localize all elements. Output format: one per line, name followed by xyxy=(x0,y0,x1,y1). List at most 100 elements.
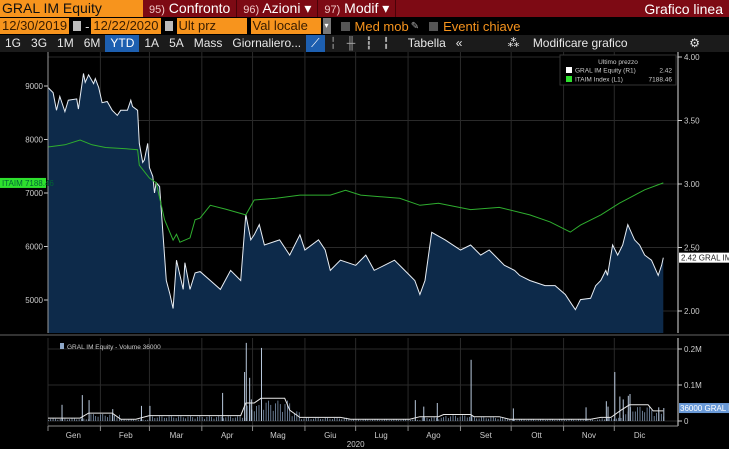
security-field[interactable]: GRAL IM Equity xyxy=(0,0,143,17)
period-3g[interactable]: 3G xyxy=(26,35,52,52)
volume-bar xyxy=(256,406,257,421)
frequency-select[interactable]: Giornaliero... xyxy=(227,35,306,52)
volume-bar xyxy=(410,420,411,421)
volume-bar xyxy=(173,417,175,421)
volume-bar xyxy=(57,419,59,421)
volume-bar xyxy=(322,418,324,421)
tag-text: 36000 GRAL IM xyxy=(680,404,729,413)
edit-button[interactable]: 97) Modif ▾ xyxy=(318,0,397,17)
period-mass[interactable]: Mass xyxy=(189,35,228,52)
volume-bar xyxy=(620,417,622,421)
volume-bar xyxy=(104,415,106,421)
volume-bar xyxy=(149,405,151,421)
volume-bar xyxy=(613,419,615,421)
volume-bar xyxy=(245,342,247,421)
volume-bar xyxy=(114,415,115,421)
volume-bar xyxy=(232,418,234,421)
volume-bar xyxy=(69,419,70,421)
volume-bar xyxy=(556,419,558,421)
gear-icon[interactable]: ⚙ xyxy=(684,35,705,52)
volume-bar xyxy=(336,417,338,421)
period-ytd[interactable]: YTD xyxy=(105,35,140,52)
volume-bar xyxy=(64,418,66,421)
calendar-icon[interactable] xyxy=(164,21,173,31)
volume-bar xyxy=(244,372,246,421)
volume-bar xyxy=(608,417,610,421)
volume-bar xyxy=(483,417,485,421)
bar-chart-icon[interactable]: ╎ xyxy=(325,35,342,52)
left-tick-label: 6000 xyxy=(25,243,43,252)
volume-bar xyxy=(320,418,321,421)
line-chart-icon[interactable]: ⟋ xyxy=(306,35,325,52)
date-separator: - xyxy=(85,18,90,34)
volume-bar xyxy=(331,419,333,421)
edit-chart-button[interactable]: ⁂ Modificare grafico xyxy=(497,35,637,52)
period-1m[interactable]: 1M xyxy=(52,35,79,52)
volume-bar xyxy=(282,411,283,421)
volume-bar xyxy=(116,417,118,421)
period-5a[interactable]: 5A xyxy=(164,35,189,52)
volume-bar xyxy=(263,409,265,421)
volume-bar xyxy=(526,420,527,421)
volume-bar xyxy=(279,404,281,421)
volume-bar xyxy=(528,419,530,421)
month-label: Giu xyxy=(324,431,336,440)
volume-bar xyxy=(76,419,78,421)
button-label: Confronto xyxy=(168,0,231,16)
volume-bar xyxy=(436,417,437,421)
volume-legend-label: GRAL IM Equity - Volume 36000 xyxy=(67,344,161,351)
volume-bar xyxy=(334,418,336,421)
pencil-icon[interactable]: ✎ xyxy=(411,21,419,32)
ohlc-icon[interactable]: ╫ xyxy=(342,35,361,52)
field-input[interactable]: Ult prz xyxy=(176,18,247,34)
volume-bar xyxy=(376,419,378,421)
hl-icon[interactable]: ╏ xyxy=(378,35,395,52)
volume-bar xyxy=(443,417,444,421)
right-tick-label: 3.00 xyxy=(684,180,700,189)
moving-avg-checkbox[interactable] xyxy=(340,21,350,31)
volume-bar xyxy=(400,419,402,421)
volume-bar xyxy=(379,420,381,421)
compare-button[interactable]: 95) Confronto xyxy=(143,0,238,17)
volume-bar xyxy=(462,415,463,421)
month-label: Gen xyxy=(66,431,81,440)
end-date-input[interactable]: 12/22/2020 xyxy=(91,18,161,34)
volume-bar xyxy=(622,399,624,421)
table-button[interactable]: Tabella xyxy=(403,35,451,52)
volume-bar xyxy=(485,418,487,421)
button-label: Azioni ▾ xyxy=(262,0,312,16)
volume-bar xyxy=(601,418,603,421)
volume-bar xyxy=(563,419,565,421)
calendar-icon[interactable] xyxy=(73,21,82,31)
button-label: Modif ▾ xyxy=(344,0,390,16)
volume-bar xyxy=(587,419,589,421)
candle-icon[interactable]: ┇ xyxy=(360,35,377,52)
start-date-input[interactable]: 12/30/2019 xyxy=(0,18,70,34)
volume-bar xyxy=(199,416,201,421)
volume-bar xyxy=(71,418,73,421)
volume-bar xyxy=(554,419,556,421)
volume-bar xyxy=(599,419,601,421)
button-number: 96) xyxy=(243,4,260,16)
period-1g[interactable]: 1G xyxy=(0,35,26,52)
volume-bar xyxy=(597,419,598,421)
volume-bar xyxy=(211,416,212,421)
volume-bar xyxy=(426,417,428,421)
period-6m[interactable]: 6M xyxy=(79,35,106,52)
left-tick-label: 7000 xyxy=(25,189,43,198)
collapse-icon[interactable]: « xyxy=(451,35,468,52)
volume-bar xyxy=(218,416,220,421)
tag-text: 2.42 GRAL IM xyxy=(681,254,729,263)
actions-button[interactable]: 96) Azioni ▾ xyxy=(237,0,319,17)
volume-bar xyxy=(156,417,158,421)
key-events-checkbox[interactable] xyxy=(429,21,439,31)
itaim-price-tag: ITAIM 7188.46 xyxy=(0,177,54,188)
volume-bar xyxy=(658,407,660,421)
period-1a[interactable]: 1A xyxy=(139,35,164,52)
volume-bar xyxy=(523,419,525,421)
chart-area[interactable]: 4.00 3.50 3.00 2.50 2.00 9000 8000 7000 6000 5000… xyxy=(0,52,729,449)
chevron-down-icon[interactable]: ▾ xyxy=(322,18,331,34)
volume-bar xyxy=(582,419,584,421)
volume-bar xyxy=(163,417,165,421)
currency-select[interactable]: Val locale xyxy=(250,18,321,34)
